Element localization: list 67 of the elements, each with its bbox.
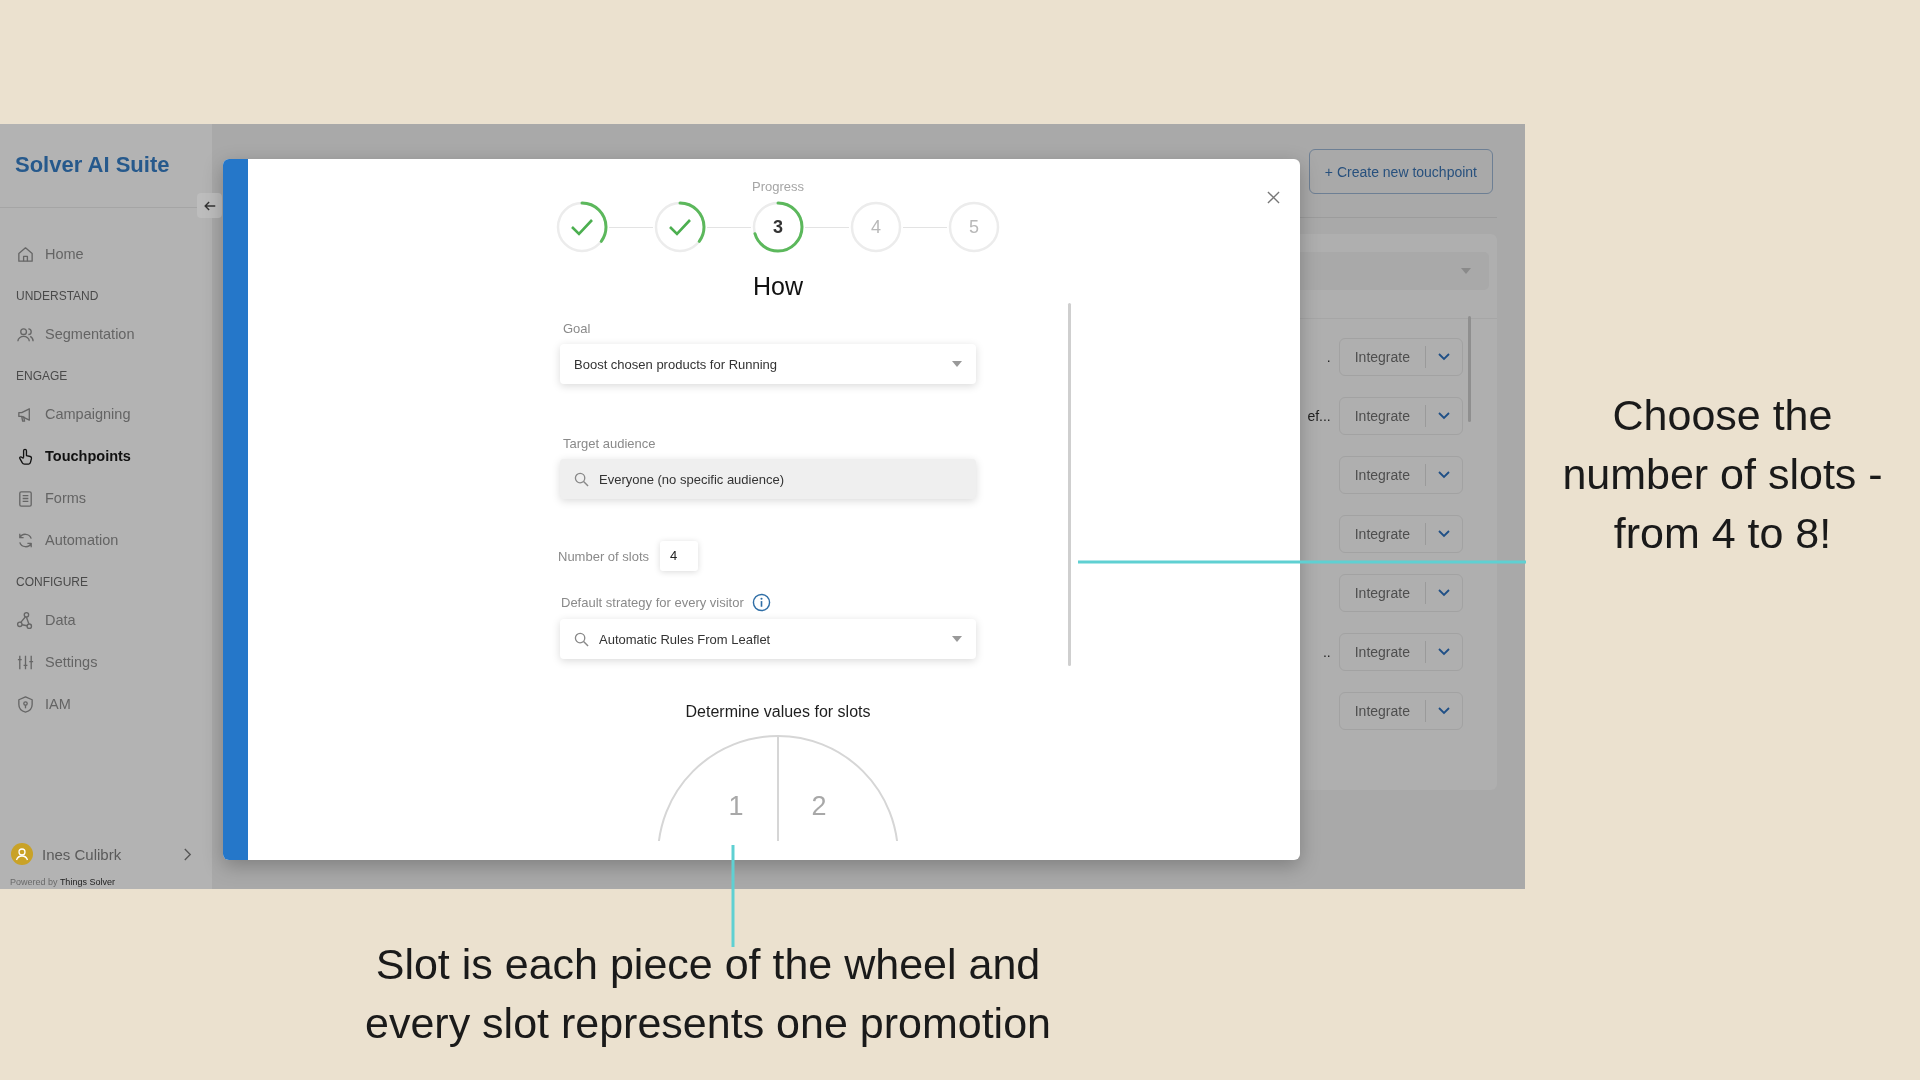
info-icon[interactable]: [751, 593, 771, 612]
section-heading: ENGAGE: [15, 368, 69, 385]
integrate-button[interactable]: Integrate: [1339, 458, 1425, 492]
row-name: ..: [1322, 644, 1331, 660]
create-touchpoint-button[interactable]: + Create new touchpoint: [1308, 149, 1493, 194]
avatar-icon: [11, 843, 33, 865]
audience-label: Target audience: [563, 436, 656, 451]
sidebar-item[interactable]: Home: [0, 233, 212, 275]
strategy-label: Default strategy for every visitor: [561, 595, 744, 610]
integrate-button[interactable]: Integrate: [1339, 635, 1425, 669]
step-number: 5: [968, 216, 980, 239]
dropdown-caret-icon: [1461, 268, 1471, 274]
slot-number: 2: [811, 791, 827, 821]
strategy-dropdown[interactable]: Automatic Rules From Leaflet: [560, 619, 976, 659]
shield-icon: [16, 694, 35, 714]
audience-search-field[interactable]: Everyone (no specific audience): [560, 459, 976, 499]
app-logo: Solver AI Suite: [15, 151, 170, 178]
scrollbar[interactable]: [1068, 303, 1071, 666]
sidebar-item[interactable]: Segmentation: [0, 313, 212, 355]
collapse-button[interactable]: [197, 193, 222, 218]
slot-number: 1: [728, 791, 744, 821]
scrollbar[interactable]: [1468, 316, 1471, 422]
goal-label: Goal: [563, 321, 591, 336]
sidebar-item[interactable]: Data: [0, 599, 212, 641]
dropdown-caret-icon: [952, 636, 962, 642]
home-icon: [16, 244, 35, 264]
chevron-down-icon: [1438, 471, 1450, 479]
clipboard-icon: [16, 488, 35, 508]
search-icon: [574, 631, 589, 647]
close-icon: [1267, 191, 1280, 204]
chevron-down-icon: [1438, 353, 1450, 361]
chevron-down-icon: [1438, 530, 1450, 538]
user-menu[interactable]: Ines Culibrk: [0, 839, 212, 869]
powered-by-text: Powered by Things Solver: [9, 876, 116, 889]
row-name: ef...: [1307, 408, 1331, 424]
caption-text: Slot is each piece of the wheel and every slot represents one promotion: [364, 939, 1052, 1049]
progress-label: Progress: [752, 179, 804, 194]
annotation-text: Choose the number of slots - from 4 to 8!: [1562, 390, 1883, 559]
chevron-down-icon: [1438, 648, 1450, 656]
step-number: 4: [870, 216, 882, 239]
sidebar-item[interactable]: Automation: [0, 519, 212, 561]
goal-dropdown[interactable]: Boost chosen products for Running: [560, 344, 976, 384]
step-number: 3: [772, 216, 784, 239]
integrate-button[interactable]: Integrate: [1339, 399, 1425, 433]
wheel-title: Determine values for slots: [685, 703, 871, 721]
sidebar-item[interactable]: Campaigning: [0, 393, 212, 435]
slots-label: Number of slots: [558, 548, 650, 564]
section-heading: UNDERSTAND: [15, 288, 100, 305]
nodes-icon: [16, 610, 35, 630]
step-title: How: [753, 272, 803, 301]
dropdown-caret-icon: [952, 361, 962, 367]
row-name: .: [1326, 349, 1331, 365]
sidebar-item[interactable]: Forms: [0, 477, 212, 519]
chevron-down-icon: [1438, 412, 1450, 420]
integrate-button[interactable]: Integrate: [1339, 517, 1425, 551]
search-icon: [574, 471, 589, 487]
integrate-button[interactable]: Integrate: [1339, 340, 1425, 374]
chevron-down-icon: [1438, 707, 1450, 715]
slots-input[interactable]: 4: [660, 541, 699, 571]
chevron-right-icon: [183, 847, 192, 861]
sidebar-item[interactable]: IAM: [0, 683, 212, 725]
integrate-button[interactable]: Integrate: [1339, 576, 1425, 610]
section-heading: CONFIGURE: [15, 574, 89, 591]
sidebar-item[interactable]: Touchpoints: [0, 435, 212, 477]
chevron-down-icon: [1438, 589, 1450, 597]
integrate-button[interactable]: Integrate: [1339, 694, 1425, 728]
sidebar-item[interactable]: Settings: [0, 641, 212, 683]
